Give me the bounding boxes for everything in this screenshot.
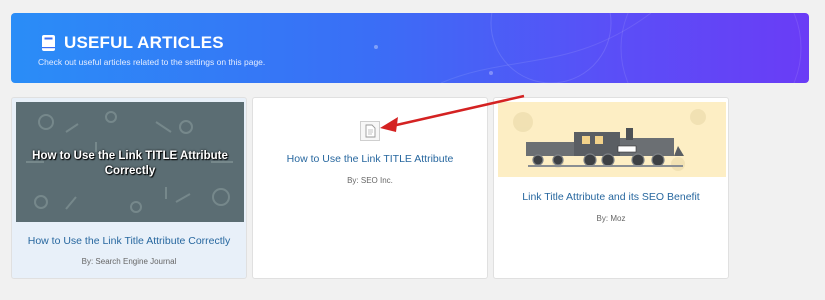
- header-banner: USEFUL ARTICLES Check out useful article…: [11, 13, 809, 83]
- article-title-link-3[interactable]: Link Title Attribute and its SEO Benefit: [494, 191, 728, 203]
- book-icon: [42, 35, 55, 51]
- article-title-link-2[interactable]: How to Use the Link TITLE Attribute: [253, 153, 487, 165]
- article-title-link-1[interactable]: How to Use the Link Title Attribute Corr…: [12, 235, 246, 247]
- thumbnail-caption: How to Use the Link TITLE Attribute Corr…: [32, 150, 228, 177]
- page-title-text: USEFUL ARTICLES: [64, 33, 224, 52]
- article-byline-1: By: Search Engine Journal: [81, 257, 177, 266]
- article-thumbnail-1[interactable]: How to Use the Link TITLE Attribute Corr…: [16, 102, 244, 222]
- annotation-arrow: [380, 94, 525, 132]
- article-byline-3: By: Moz: [596, 214, 626, 223]
- article-thumbnail-3[interactable]: [498, 102, 726, 177]
- train-illustration: [513, 109, 706, 171]
- page-subtitle: Check out useful articles related to the…: [38, 57, 266, 67]
- article-card-1[interactable]: How to Use the Link TITLE Attribute Corr…: [11, 97, 247, 279]
- article-byline-2: By: SEO Inc.: [347, 176, 393, 185]
- page-title: USEFUL ARTICLES: [41, 33, 224, 53]
